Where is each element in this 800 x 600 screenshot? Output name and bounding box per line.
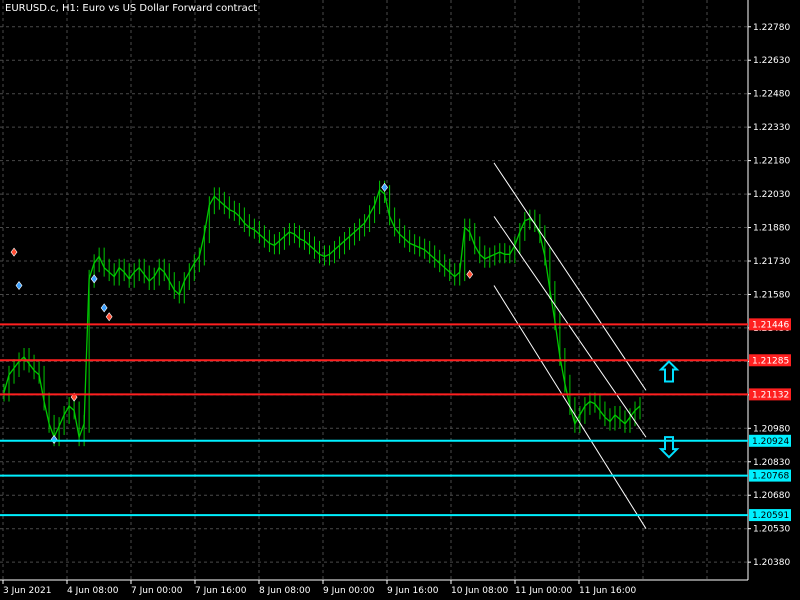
y-tick-label: 1.22030 [753, 190, 790, 200]
y-tick-label: 1.22180 [753, 157, 790, 167]
y-tick-label: 1.21880 [753, 224, 790, 234]
support-level-label: 1.20591 [752, 511, 789, 521]
y-tick-label: 1.21730 [753, 257, 790, 267]
x-tick-label: 11 Jun 16:00 [579, 586, 636, 596]
y-tick-label: 1.20980 [753, 424, 790, 434]
y-tick-label: 1.22780 [753, 23, 790, 33]
resistance-level-label: 1.21285 [752, 356, 789, 366]
x-tick-label: 9 Jun 00:00 [323, 586, 375, 596]
x-tick-label: 11 Jun 00:00 [515, 586, 572, 596]
chart-title: EURUSD.c, H1: Euro vs US Dollar Forward … [5, 3, 258, 14]
x-tick-label: 4 Jun 08:00 [67, 586, 119, 596]
chart-window[interactable]: 1.22780 1.22630 1.22480 1.22330 1.22180 1.220… [0, 0, 800, 600]
y-tick-label: 1.22480 [753, 90, 790, 100]
x-tick-label: 7 Jun 00:00 [131, 586, 183, 596]
x-tick-label: 10 Jun 08:00 [451, 586, 508, 596]
y-tick-label: 1.22630 [753, 56, 790, 66]
y-tick-label: 1.20830 [753, 458, 790, 468]
chart-background [0, 0, 800, 600]
support-level-label: 1.20924 [752, 437, 789, 447]
resistance-level-label: 1.21446 [752, 320, 789, 330]
resistance-level-label: 1.21132 [752, 390, 789, 400]
x-tick-label: 7 Jun 16:00 [195, 586, 247, 596]
x-tick-label: 8 Jun 08:00 [259, 586, 311, 596]
x-tick-label: 3 Jun 2021 [3, 586, 51, 596]
y-tick-label: 1.20380 [753, 558, 790, 568]
y-tick-label: 1.21580 [753, 290, 790, 300]
support-level-label: 1.20768 [752, 472, 789, 482]
x-tick-label: 9 Jun 16:00 [387, 586, 439, 596]
y-tick-label: 1.22330 [753, 123, 790, 133]
y-tick-label: 1.20680 [753, 491, 790, 501]
y-tick-label: 1.20530 [753, 525, 790, 535]
price-chart[interactable]: 1.22780 1.22630 1.22480 1.22330 1.22180 1.220… [0, 0, 800, 600]
